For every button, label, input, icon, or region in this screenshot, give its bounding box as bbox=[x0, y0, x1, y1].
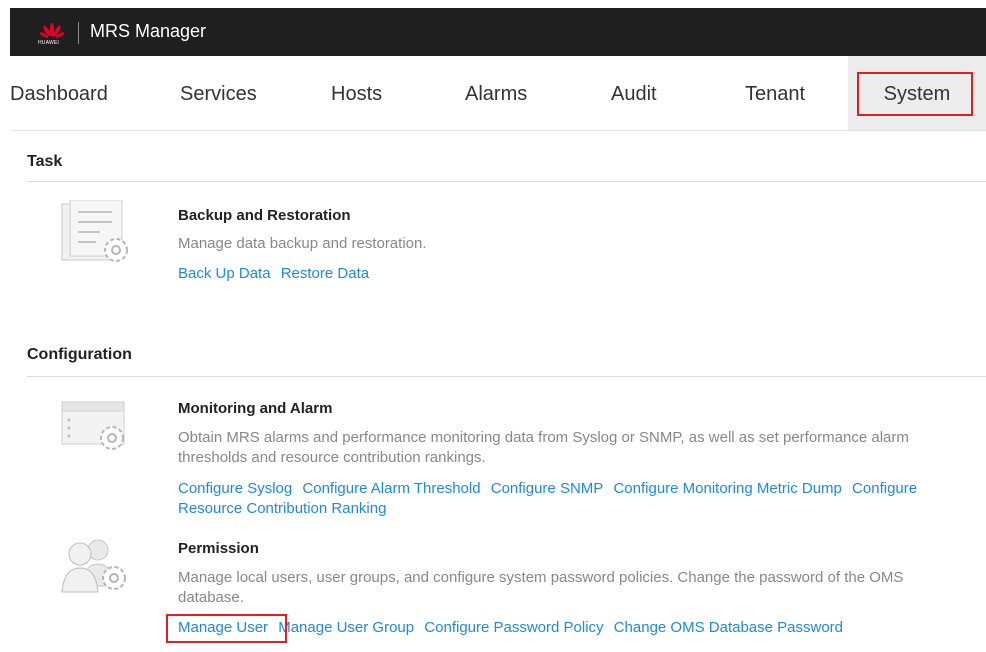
top-bar: HUAWEI MRS Manager bbox=[10, 8, 986, 56]
tab-tenant[interactable]: Tenant bbox=[745, 56, 805, 130]
configuration-divider bbox=[27, 376, 986, 377]
back-up-data-link[interactable]: Back Up Data bbox=[178, 265, 271, 282]
tab-dashboard[interactable]: Dashboard bbox=[10, 56, 108, 130]
permission-description: Manage local users, user groups, and con… bbox=[178, 569, 904, 606]
monitoring-alarm-title: Monitoring and Alarm bbox=[178, 400, 333, 417]
manage-user-highlight bbox=[166, 614, 287, 643]
permission-users-icon bbox=[61, 539, 126, 593]
brand-text: HUAWEI bbox=[38, 40, 60, 46]
tab-alarms[interactable]: Alarms bbox=[465, 56, 527, 130]
monitoring-alarm-links: Configure Syslog Configure Alarm Thresho… bbox=[178, 479, 938, 519]
backup-restore-title: Backup and Restoration bbox=[178, 207, 351, 224]
main-nav: Dashboard Services Hosts Alarms Audit Te… bbox=[10, 56, 986, 131]
app-title: MRS Manager bbox=[90, 21, 207, 41]
permission-title: Permission bbox=[178, 540, 259, 557]
system-tab-highlight bbox=[857, 72, 973, 116]
change-oms-database-password-link[interactable]: Change OMS Database Password bbox=[614, 619, 843, 636]
manage-user-group-link[interactable]: Manage User Group bbox=[278, 619, 414, 636]
configure-password-policy-link[interactable]: Configure Password Policy bbox=[424, 619, 603, 636]
monitoring-alarm-description: Obtain MRS alarms and performance monito… bbox=[178, 429, 909, 466]
permission-links: Manage User Manage User Group Configure … bbox=[178, 618, 938, 638]
configure-syslog-link[interactable]: Configure Syslog bbox=[178, 480, 292, 497]
task-section-title: Task bbox=[27, 153, 63, 170]
configuration-section-title: Configuration bbox=[27, 346, 132, 363]
monitoring-alarm-icon bbox=[61, 401, 125, 450]
configure-monitoring-metric-dump-link[interactable]: Configure Monitoring Metric Dump bbox=[613, 480, 841, 497]
restore-data-link[interactable]: Restore Data bbox=[281, 265, 369, 282]
tab-services[interactable]: Services bbox=[180, 56, 257, 130]
configure-snmp-link[interactable]: Configure SNMP bbox=[491, 480, 604, 497]
tab-hosts[interactable]: Hosts bbox=[331, 56, 382, 130]
task-divider bbox=[27, 181, 986, 182]
backup-restore-description: Manage data backup and restoration. bbox=[178, 235, 427, 252]
tab-audit[interactable]: Audit bbox=[611, 56, 657, 130]
backup-restore-icon bbox=[61, 200, 128, 262]
header-divider bbox=[78, 22, 79, 44]
backup-restore-links: Back Up Data Restore Data bbox=[178, 264, 938, 284]
configure-alarm-threshold-link[interactable]: Configure Alarm Threshold bbox=[302, 480, 480, 497]
